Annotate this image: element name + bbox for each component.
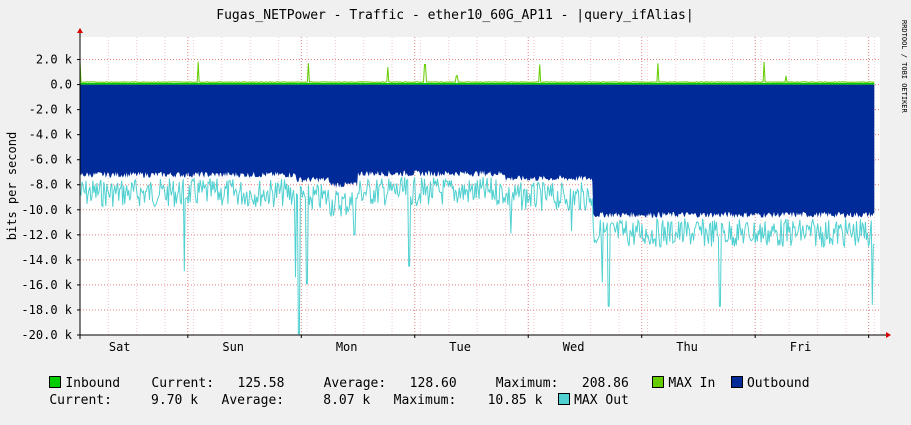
y-tick-label: -2.0 k — [29, 103, 73, 117]
y-tick-label: -8.0 k — [29, 178, 73, 192]
y-tick-label: -6.0 k — [29, 153, 73, 167]
y-tick-label: -10.0 k — [21, 203, 72, 217]
x-tick-label: Fri — [790, 340, 812, 354]
legend-row-1: Inbound Current: 125.58 Average: 128.60 … — [18, 360, 810, 391]
y-tick-label: -4.0 k — [29, 128, 73, 142]
x-axis-arrow — [886, 332, 891, 338]
x-tick-label: Thu — [676, 340, 698, 354]
y-tick-label: -18.0 k — [21, 303, 72, 317]
traffic-chart: Fugas_NETPower - Traffic - ether10_60G_A… — [5, 8, 908, 354]
y-tick-label: -16.0 k — [21, 278, 72, 292]
legend-row-2: Current: 9.70 k Average: 8.07 k Maximum:… — [18, 377, 629, 408]
outbound-label: Outbound — [746, 376, 810, 391]
rrdtool-watermark: RRDTOOL / TOBI OETIKER — [900, 20, 908, 114]
x-tick-label: Mon — [336, 340, 358, 354]
y-tick-label: -14.0 k — [21, 253, 72, 267]
inbound-area — [80, 82, 875, 85]
y-tick-label: 2.0 k — [36, 53, 73, 67]
y-axis-arrow — [77, 28, 83, 33]
y-tick-label: -12.0 k — [21, 228, 72, 242]
x-tick-labels: Sat Sun Mon Tue Wed Thu Fri — [109, 340, 812, 354]
max-in-swatch — [652, 376, 665, 388]
x-tick-label: Sun — [222, 340, 244, 354]
x-tick-label: Sat — [109, 340, 131, 354]
max-out-swatch — [558, 393, 571, 405]
legend: Inbound Current: 125.58 Average: 128.60 … — [0, 356, 911, 408]
max-out-label: MAX Out — [574, 393, 629, 408]
x-tick-label: Wed — [563, 340, 585, 354]
y-axis-label: bits per second — [5, 132, 19, 240]
outbound-swatch — [730, 376, 743, 388]
outbound-stats: Current: 9.70 k Average: 8.07 k Maximum:… — [49, 393, 543, 408]
x-tick-label: Tue — [449, 340, 471, 354]
y-tick-label: 0.0 — [50, 78, 72, 92]
chart-title: Fugas_NETPower - Traffic - ether10_60G_A… — [216, 8, 693, 23]
max-in-label: MAX In — [668, 376, 716, 391]
y-tick-labels: 2.0 k 0.0 -2.0 k -4.0 k -6.0 k -8.0 k -10.0 k -… — [21, 53, 72, 342]
y-tick-label: -20.0 k — [21, 328, 72, 342]
